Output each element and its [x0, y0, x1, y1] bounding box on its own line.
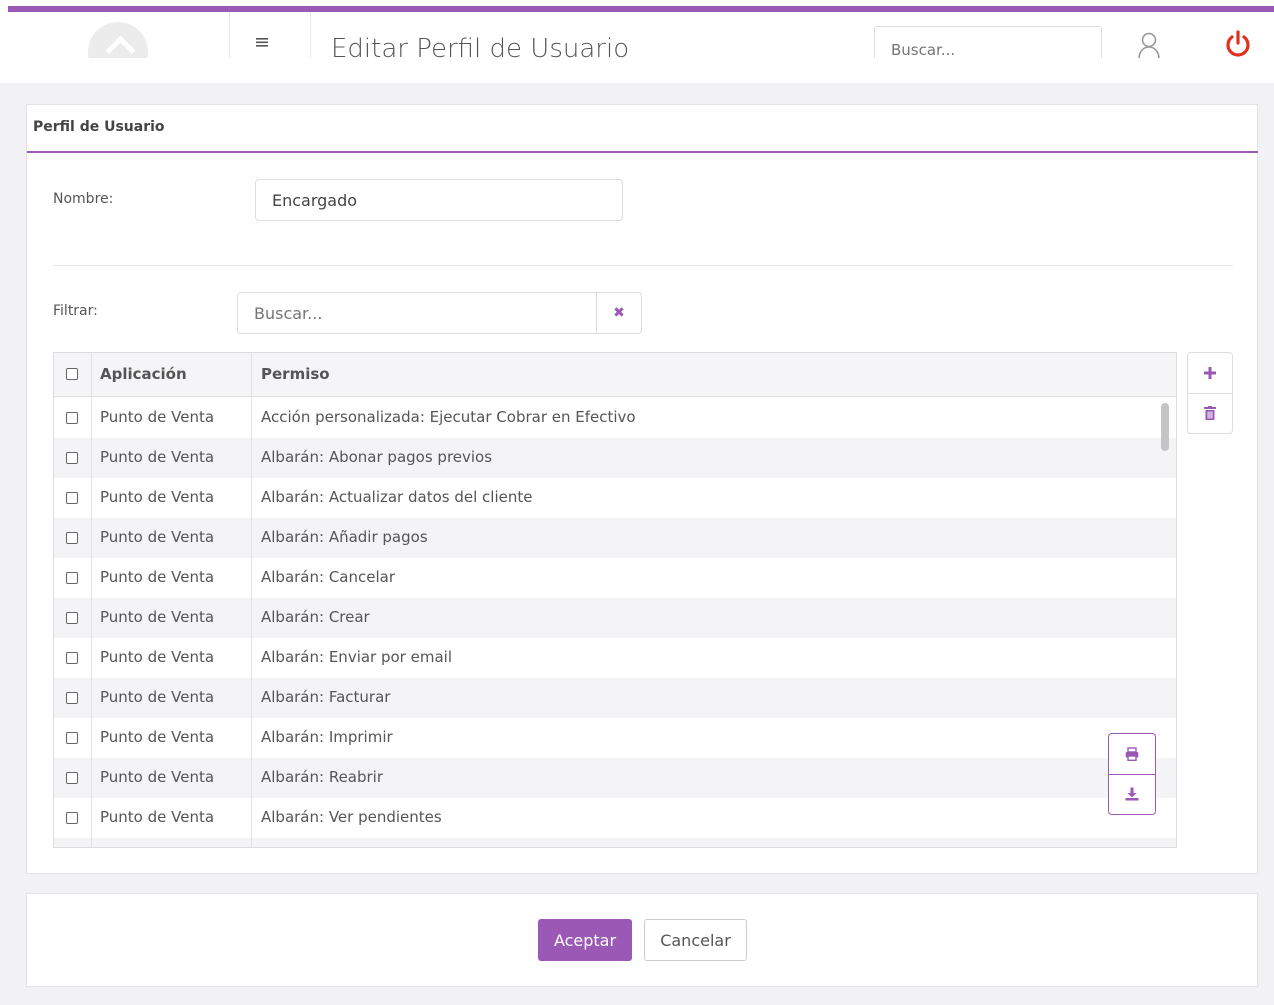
- close-icon[interactable]: ✖: [596, 292, 642, 334]
- download-icon[interactable]: [1109, 775, 1155, 815]
- row-application: Punto de Venta: [100, 528, 215, 546]
- row-checkbox[interactable]: [66, 692, 78, 704]
- table-row[interactable]: Punto de Venta Acción personalizada: Eje…: [54, 398, 1176, 438]
- user-icon[interactable]: [1134, 30, 1164, 60]
- name-input[interactable]: [255, 179, 623, 221]
- row-permission: Albarán: Abonar pagos previos: [261, 448, 493, 466]
- row-checkbox[interactable]: [66, 532, 78, 544]
- hamburger-icon[interactable]: [254, 26, 286, 56]
- row-application: Punto de Venta: [100, 448, 215, 466]
- export-actions-group: [1108, 733, 1156, 815]
- row-permission: Acción personalizada: Ejecutar Cobrar en…: [261, 408, 636, 426]
- row-application: Punto de Venta: [100, 808, 215, 826]
- table-row[interactable]: Punto de Venta Albarán: Facturar: [54, 678, 1176, 718]
- footer-panel: Aceptar Cancelar: [26, 893, 1258, 987]
- table-header: Aplicación Permiso: [54, 353, 1176, 397]
- row-application: Punto de Venta: [100, 768, 215, 786]
- row-permission: Albarán: Facturar: [261, 688, 391, 706]
- power-icon[interactable]: [1222, 28, 1254, 60]
- row-application: Punto de Venta: [100, 608, 215, 626]
- header-bottom-area: [0, 58, 1274, 83]
- table-row[interactable]: Punto de Venta Albarán: Abonar pagos pre…: [54, 438, 1176, 478]
- app-logo-icon: [88, 22, 148, 58]
- row-checkbox[interactable]: [66, 812, 78, 824]
- column-divider: [251, 353, 252, 847]
- table-row[interactable]: Punto de Venta Albarán: Ver pendientes: [54, 798, 1176, 838]
- row-checkbox[interactable]: [66, 572, 78, 584]
- row-permission: Albarán: Crear: [261, 608, 370, 626]
- row-checkbox[interactable]: [66, 732, 78, 744]
- row-checkbox[interactable]: [66, 612, 78, 624]
- table-row[interactable]: Punto de Venta Albarán: Cancelar: [54, 558, 1176, 598]
- panel-title-underline: [27, 151, 1258, 153]
- table-row[interactable]: Punto de Venta Albarán: Añadir pagos: [54, 518, 1176, 558]
- column-divider: [91, 353, 92, 847]
- row-application: Punto de Venta: [100, 408, 215, 426]
- row-permission: Albarán: Enviar por email: [261, 648, 452, 666]
- row-checkbox[interactable]: [66, 412, 78, 424]
- panel-title: Perfil de Usuario: [33, 119, 165, 135]
- column-header-application[interactable]: Aplicación: [100, 365, 187, 383]
- plus-icon[interactable]: [1188, 353, 1232, 393]
- row-permission: Albarán: Ver pendientes: [261, 808, 442, 826]
- row-checkbox[interactable]: [66, 652, 78, 664]
- select-all-checkbox[interactable]: [66, 368, 78, 380]
- row-permission: Albarán: Cancelar: [261, 568, 396, 586]
- row-permission: Albarán: Reabrir: [261, 768, 384, 786]
- row-permission: Albarán: Imprimir: [261, 728, 393, 746]
- name-label: Nombre:: [53, 191, 114, 207]
- accept-button[interactable]: Aceptar: [538, 919, 632, 961]
- row-checkbox[interactable]: [66, 452, 78, 464]
- row-application: Punto de Venta: [100, 728, 215, 746]
- header-divider: [310, 12, 311, 58]
- cancel-button[interactable]: Cancelar: [644, 919, 747, 961]
- header-search-input[interactable]: [874, 26, 1102, 58]
- table-row[interactable]: Punto de Venta Albarán: Crear: [54, 598, 1176, 638]
- profile-panel: Perfil de Usuario Nombre: Filtrar: ✖ Apl…: [26, 104, 1258, 874]
- print-icon[interactable]: [1109, 734, 1155, 774]
- page-title: Editar Perfil de Usuario: [331, 34, 630, 58]
- row-checkbox[interactable]: [66, 772, 78, 784]
- table-row[interactable]: Punto de Venta Albarán: Enviar por email: [54, 638, 1176, 678]
- row-application: Punto de Venta: [100, 688, 215, 706]
- row-application: Punto de Venta: [100, 488, 215, 506]
- permissions-table: Aplicación Permiso Punto de Venta Acción…: [53, 352, 1177, 848]
- table-row[interactable]: Punto de Venta Albarán: Actualizar datos…: [54, 478, 1176, 518]
- top-bar: Editar Perfil de Usuario: [0, 0, 1274, 83]
- row-application: Punto de Venta: [100, 648, 215, 666]
- row-checkbox[interactable]: [66, 492, 78, 504]
- table-scrollbar[interactable]: [1161, 403, 1169, 451]
- section-divider: [53, 265, 1233, 266]
- filter-label: Filtrar:: [53, 303, 98, 319]
- table-row[interactable]: Punto de Venta Albarán: Reabrir: [54, 758, 1176, 798]
- row-permission: Albarán: Añadir pagos: [261, 528, 428, 546]
- column-header-permission[interactable]: Permiso: [261, 365, 330, 383]
- trash-icon[interactable]: [1188, 394, 1232, 434]
- row-application: Punto de Venta: [100, 568, 215, 586]
- filter-input[interactable]: [237, 292, 597, 334]
- row-actions-group: [1187, 352, 1233, 434]
- table-row-partial: [54, 838, 1176, 847]
- logo-area: [8, 12, 230, 58]
- table-row[interactable]: Punto de Venta Albarán: Imprimir: [54, 718, 1176, 758]
- row-permission: Albarán: Actualizar datos del cliente: [261, 488, 533, 506]
